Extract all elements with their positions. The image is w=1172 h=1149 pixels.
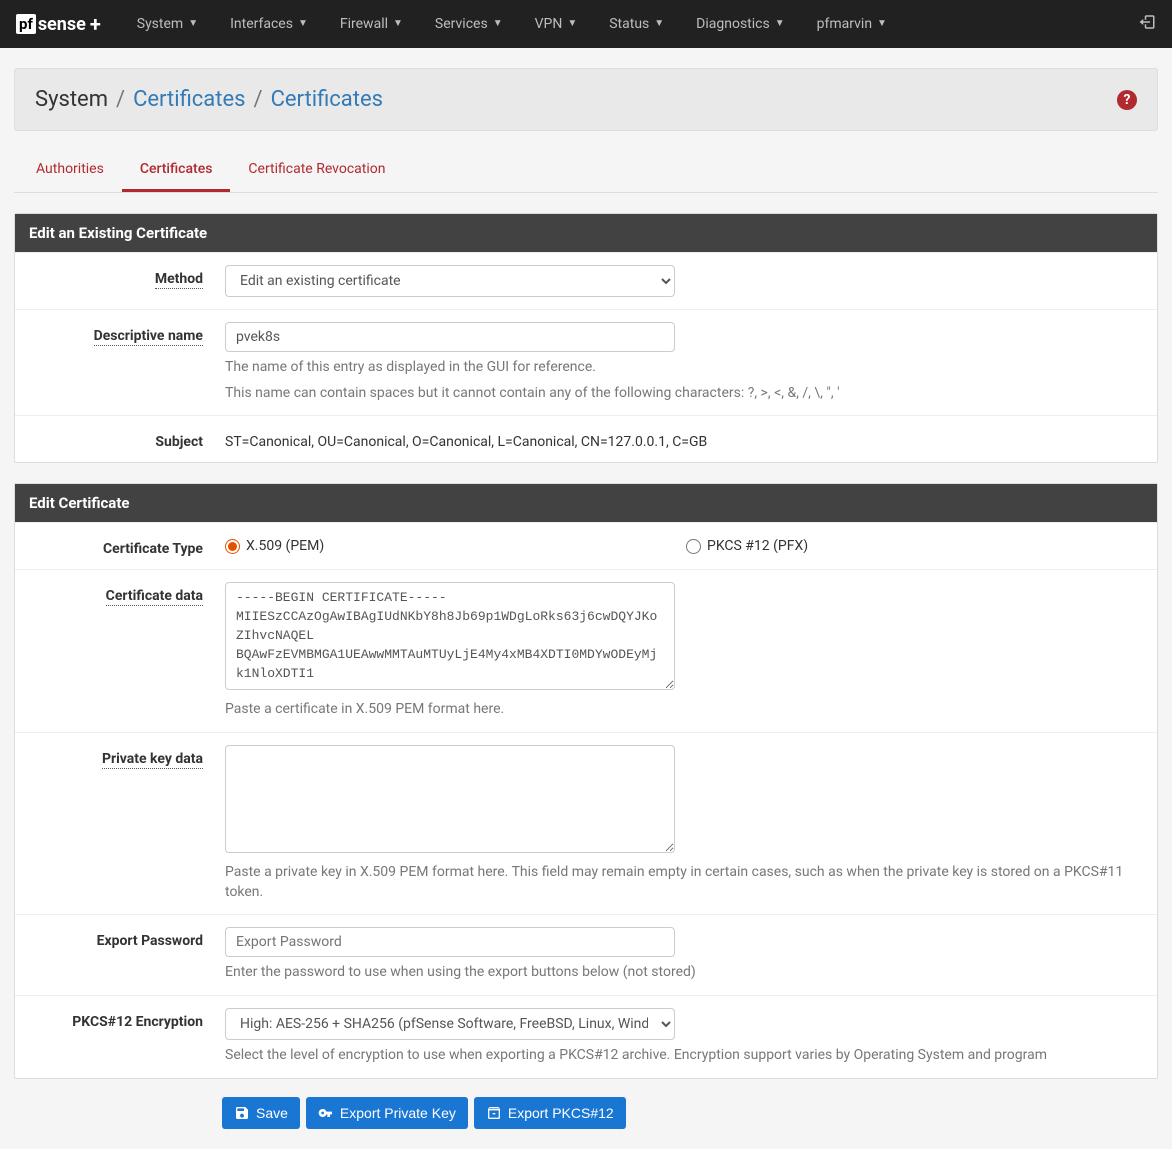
caret-down-icon: ▼ xyxy=(877,0,887,48)
radio-x509[interactable]: X.509 (PEM) xyxy=(225,538,686,554)
label-cert-data: Certificate data xyxy=(25,582,225,720)
caret-down-icon: ▼ xyxy=(654,0,664,48)
brand-text: sense xyxy=(38,14,86,35)
caret-down-icon: ▼ xyxy=(567,0,577,48)
nav-item-vpn[interactable]: VPN▼ xyxy=(519,0,594,48)
panel-edit-existing: Edit an Existing Certificate Method Edit… xyxy=(14,213,1158,463)
crumb-mid[interactable]: Certificates xyxy=(133,87,245,112)
subject-value: ST=Canonical, OU=Canonical, O=Canonical,… xyxy=(225,428,1147,450)
button-bar: Save Export Private Key Export PKCS#12 xyxy=(14,1097,1158,1129)
export-password-input[interactable] xyxy=(225,927,675,957)
save-icon xyxy=(234,1105,250,1121)
key-data-textarea[interactable] xyxy=(225,745,675,853)
radio-pkcs12[interactable]: PKCS #12 (PFX) xyxy=(686,538,1147,554)
breadcrumb: System / Certificates / Certificates xyxy=(35,87,383,112)
nav-item-system[interactable]: System▼ xyxy=(121,0,214,48)
crumb-leaf[interactable]: Certificates xyxy=(271,87,383,112)
descriptive-name-input[interactable] xyxy=(225,322,675,352)
caret-down-icon: ▼ xyxy=(493,0,503,48)
panel-edit-certificate: Edit Certificate Certificate Type X.509 … xyxy=(14,483,1158,1078)
tab-certificates[interactable]: Certificates xyxy=(122,149,231,192)
export-pkcs12-button[interactable]: Export PKCS#12 xyxy=(474,1097,626,1129)
brand-box: pf xyxy=(16,14,36,34)
top-navbar: pf sense + System▼ Interfaces▼ Firewall▼… xyxy=(0,0,1172,48)
caret-down-icon: ▼ xyxy=(188,0,198,48)
p12-encryption-select[interactable]: High: AES-256 + SHA256 (pfSense Software… xyxy=(225,1008,675,1040)
brand-plus: + xyxy=(90,12,101,36)
tabs: Authorities Certificates Certificate Rev… xyxy=(14,149,1158,193)
page-header: System / Certificates / Certificates ? xyxy=(14,68,1158,131)
crumb-separator: / xyxy=(253,87,262,112)
help-text: Select the level of encryption to use wh… xyxy=(225,1046,1147,1066)
nav-item-user[interactable]: pfmarvin▼ xyxy=(801,0,903,48)
label-descriptive-name: Descriptive name xyxy=(25,322,225,403)
help-text: Paste a certificate in X.509 PEM format … xyxy=(225,700,1147,720)
save-button[interactable]: Save xyxy=(222,1097,300,1129)
tab-revocation[interactable]: Certificate Revocation xyxy=(230,149,403,192)
logout-icon[interactable] xyxy=(1138,13,1156,36)
panel-heading: Edit an Existing Certificate xyxy=(15,214,1157,252)
brand-logo[interactable]: pf sense + xyxy=(16,12,101,36)
nav-item-status[interactable]: Status▼ xyxy=(593,0,680,48)
caret-down-icon: ▼ xyxy=(298,0,308,48)
archive-icon xyxy=(486,1105,502,1121)
label-cert-type: Certificate Type xyxy=(25,535,225,557)
label-key-data: Private key data xyxy=(25,745,225,902)
method-select[interactable]: Edit an existing certificate xyxy=(225,265,675,297)
help-text: Paste a private key in X.509 PEM format … xyxy=(225,863,1147,902)
nav-item-interfaces[interactable]: Interfaces▼ xyxy=(214,0,324,48)
crumb-root[interactable]: System xyxy=(35,87,108,112)
label-export-password: Export Password xyxy=(25,927,225,983)
caret-down-icon: ▼ xyxy=(393,0,403,48)
cert-data-textarea[interactable]: -----BEGIN CERTIFICATE----- MIIESzCCAzOg… xyxy=(225,582,675,690)
label-subject: Subject xyxy=(25,428,225,450)
export-private-key-button[interactable]: Export Private Key xyxy=(306,1097,468,1129)
crumb-separator: / xyxy=(116,87,125,112)
nav-menu: System▼ Interfaces▼ Firewall▼ Services▼ … xyxy=(121,0,903,48)
panel-heading: Edit Certificate xyxy=(15,484,1157,522)
nav-item-firewall[interactable]: Firewall▼ xyxy=(324,0,419,48)
help-icon[interactable]: ? xyxy=(1117,90,1137,110)
help-text: This name can contain spaces but it cann… xyxy=(225,384,1147,404)
nav-item-diagnostics[interactable]: Diagnostics▼ xyxy=(680,0,800,48)
label-method: Method xyxy=(25,265,225,297)
help-text: Enter the password to use when using the… xyxy=(225,963,1147,983)
caret-down-icon: ▼ xyxy=(775,0,785,48)
tab-authorities[interactable]: Authorities xyxy=(18,149,122,192)
label-p12-encryption: PKCS#12 Encryption xyxy=(25,1008,225,1066)
key-icon xyxy=(318,1105,334,1121)
radio-x509-input[interactable] xyxy=(225,539,240,554)
radio-pkcs12-input[interactable] xyxy=(686,539,701,554)
help-text: The name of this entry as displayed in t… xyxy=(225,358,1147,378)
nav-item-services[interactable]: Services▼ xyxy=(419,0,519,48)
